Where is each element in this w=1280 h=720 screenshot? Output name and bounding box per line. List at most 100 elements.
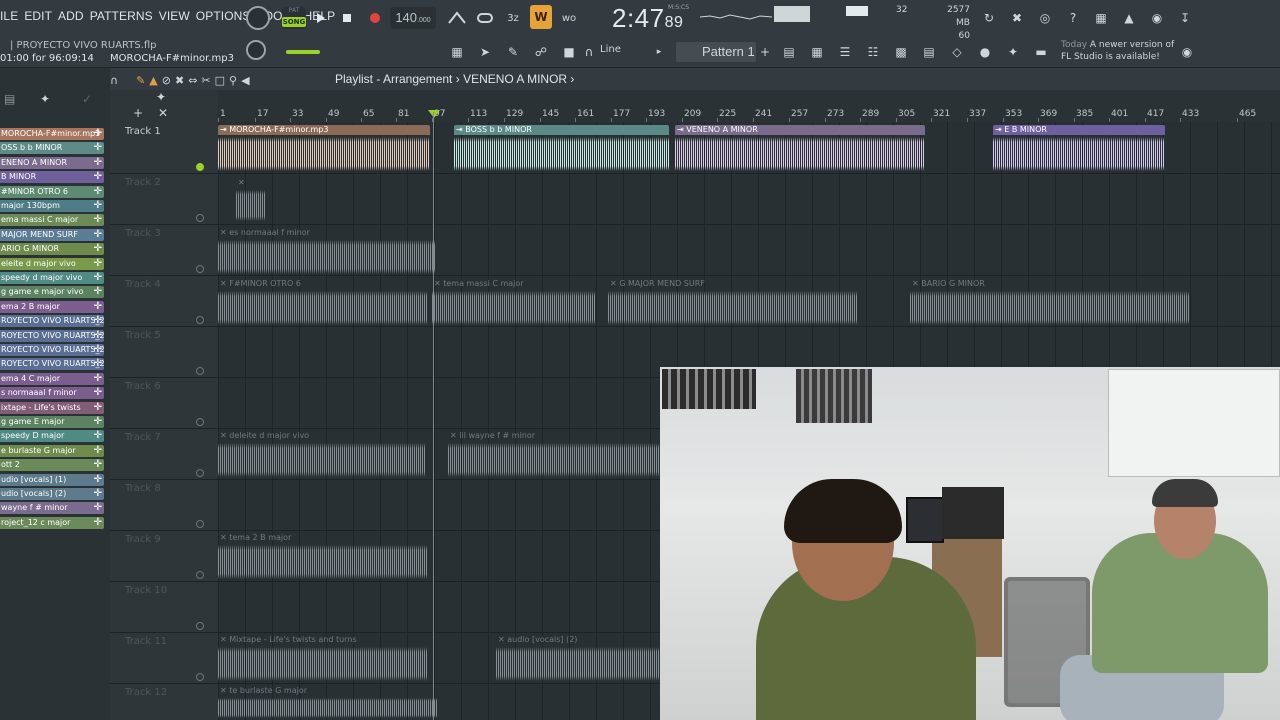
browser-item[interactable]: B MINOR ✛ <box>0 171 104 184</box>
snap-selector[interactable]: Line <box>600 44 621 55</box>
audio-clip[interactable]: ✕ <box>236 178 266 223</box>
add-to-playlist-icon[interactable]: ✛ <box>94 445 102 457</box>
browser-item[interactable]: ema 2 B major ✛ <box>0 300 104 313</box>
audio-clip[interactable]: ✕ lil wayne f # minor <box>448 431 660 479</box>
browser-item[interactable]: udio [vocals] (1) ✛ <box>0 473 104 486</box>
browser-item[interactable]: OSS b b MINOR ✛ <box>0 142 104 155</box>
step-edit-icon[interactable]: 3z <box>502 7 524 29</box>
add-to-playlist-icon[interactable]: ✛ <box>94 243 102 255</box>
audio-clip[interactable]: ✕ BARIO G MINOR <box>910 279 1190 327</box>
track-name[interactable]: Track 12 <box>125 687 167 698</box>
browser-item[interactable]: udio [vocals] (2) ✛ <box>0 488 104 500</box>
close-track-icon[interactable]: ✕ <box>158 106 168 120</box>
add-to-playlist-icon[interactable]: ✛ <box>94 128 102 140</box>
playhead-marker[interactable] <box>428 110 440 118</box>
clip-muted-icon[interactable]: ✕ <box>220 635 229 644</box>
add-to-playlist-icon[interactable]: ✛ <box>94 402 102 414</box>
add-to-playlist-icon[interactable]: ✛ <box>94 459 102 471</box>
plugin-icon[interactable]: ▲ <box>1118 7 1140 29</box>
clip-menu-icon[interactable]: ⇥ <box>220 125 229 134</box>
audio-clip[interactable]: ⇥ E B MINOR <box>993 125 1165 173</box>
audio-clip[interactable]: ✕ es normaaal f minor <box>218 228 436 276</box>
pattern-selector[interactable]: Pattern 1 <box>676 42 756 62</box>
clip-muted-icon[interactable]: ✕ <box>220 431 229 440</box>
cut-icon[interactable]: ✖ <box>1006 7 1028 29</box>
add-to-playlist-icon[interactable]: ✛ <box>94 286 102 298</box>
track-name[interactable]: Track 11 <box>125 636 167 647</box>
cart-icon[interactable]: ▬ <box>1030 41 1052 63</box>
download-icon[interactable]: ↧ <box>1174 7 1196 29</box>
browser-item[interactable]: speedy D major ✛ <box>0 430 104 443</box>
browser-item[interactable]: ema 4 C major ✛ <box>0 372 104 385</box>
paint-tool-icon[interactable]: ▲ <box>149 74 157 87</box>
clip-muted-icon[interactable]: ✕ <box>220 686 229 695</box>
browser-item[interactable]: ARIO G MINOR ✛ <box>0 243 104 256</box>
browser-menu-icon[interactable]: ▤ <box>4 92 15 106</box>
menu-view[interactable]: VIEW <box>159 9 190 23</box>
add-to-playlist-icon[interactable]: ✛ <box>94 416 102 428</box>
clip-muted-icon[interactable]: ✕ <box>238 178 245 187</box>
save-icon[interactable]: ▦ <box>1090 7 1112 29</box>
track-mute-led[interactable] <box>196 673 204 681</box>
person-icon[interactable]: ● <box>974 41 996 63</box>
clip-muted-icon[interactable]: ✕ <box>220 228 229 237</box>
audio-clip[interactable]: ⇥ MOROCHA-F#minor.mp3 <box>218 125 430 173</box>
add-to-playlist-icon[interactable]: ✛ <box>94 488 102 500</box>
browser-item[interactable]: ENENO A MINOR ✛ <box>0 156 104 169</box>
snap-chevron-icon[interactable]: ▸ <box>648 41 670 63</box>
browser-item[interactable]: ROYECTO VIVO RUARTS_20 ✛ <box>0 344 104 356</box>
browser-tag-icon[interactable]: ✓ <box>82 92 92 106</box>
track-name[interactable]: Track 3 <box>125 228 161 239</box>
add-to-playlist-icon[interactable]: ✛ <box>94 373 102 385</box>
menu-options[interactable]: OPTIONS <box>196 9 251 23</box>
add-to-playlist-icon[interactable]: ✛ <box>94 142 102 154</box>
menu-add[interactable]: ADD <box>58 9 84 23</box>
master-pitch-knob[interactable] <box>246 40 266 60</box>
add-to-playlist-icon[interactable]: ✛ <box>94 358 102 370</box>
add-to-playlist-icon[interactable]: ✛ <box>94 330 102 342</box>
track-name[interactable]: Track 10 <box>125 585 167 596</box>
audio-clip[interactable]: ✕ G MAJOR MEND SURF <box>608 279 858 327</box>
microphone-icon[interactable]: ◎ <box>1034 7 1056 29</box>
add-to-playlist-icon[interactable]: ✛ <box>94 430 102 442</box>
tempo-display[interactable]: 140.000 <box>390 7 436 29</box>
select-tool-icon[interactable]: □ <box>215 74 225 87</box>
add-to-playlist-icon[interactable]: ✛ <box>94 502 102 514</box>
piano-icon[interactable]: ▦ <box>446 41 468 63</box>
play-icon[interactable] <box>310 7 332 29</box>
song-position-clock[interactable]: 2:4789 <box>612 3 683 34</box>
browser-item[interactable]: wayne f # minor ✛ <box>0 502 104 515</box>
playback-tool-icon[interactable]: ◀ <box>241 74 249 87</box>
wand-icon[interactable]: ✦ <box>1002 41 1024 63</box>
browser-icon[interactable]: ▩ <box>890 41 912 63</box>
arrow-right-icon[interactable]: ➤ <box>474 41 496 63</box>
magnet-icon[interactable]: ∩ <box>110 74 118 87</box>
audio-clip[interactable]: ⇥ BOSS b b MINOR <box>454 125 669 173</box>
playlist-icon[interactable]: ▤ <box>778 41 800 63</box>
plug-icon[interactable]: ◇ <box>946 41 968 63</box>
browser-item[interactable]: g game e major vivo ✛ <box>0 286 104 299</box>
add-to-playlist-icon[interactable]: ✛ <box>94 229 102 241</box>
add-to-playlist-icon[interactable]: ✛ <box>94 186 102 198</box>
clip-muted-icon[interactable]: ✕ <box>610 279 619 288</box>
track-name[interactable]: Track 4 <box>125 279 161 290</box>
browser-item[interactable]: eleite d major vivo ✛ <box>0 257 104 270</box>
add-to-playlist-icon[interactable]: ✛ <box>94 301 102 313</box>
track-mute-led[interactable] <box>196 520 204 528</box>
slice-tool-icon[interactable]: ✂ <box>201 74 210 87</box>
menu-patterns[interactable]: PATTERNS <box>90 9 153 23</box>
audio-clip[interactable]: ✕ deleite d major vivo <box>218 431 426 479</box>
clip-muted-icon[interactable]: ✕ <box>220 533 229 542</box>
track-name[interactable]: Track 5 <box>125 330 161 341</box>
news-panel[interactable]: Today A newer version of FL Studio is av… <box>1061 39 1174 63</box>
delete-tool-icon[interactable]: ⊘ <box>162 74 171 87</box>
clip-muted-icon[interactable]: ✕ <box>434 279 443 288</box>
clip-muted-icon[interactable]: ✕ <box>912 279 921 288</box>
zoom-tool-icon[interactable]: ⚲ <box>229 74 237 87</box>
master-volume-knob[interactable] <box>246 6 270 30</box>
browser-item[interactable]: e burlaste G major ✛ <box>0 444 104 457</box>
add-to-playlist-icon[interactable]: ✛ <box>94 387 102 399</box>
track-mute-led[interactable] <box>196 163 204 171</box>
help-icon[interactable]: ? <box>1062 7 1084 29</box>
clip-muted-icon[interactable]: ✕ <box>220 279 229 288</box>
